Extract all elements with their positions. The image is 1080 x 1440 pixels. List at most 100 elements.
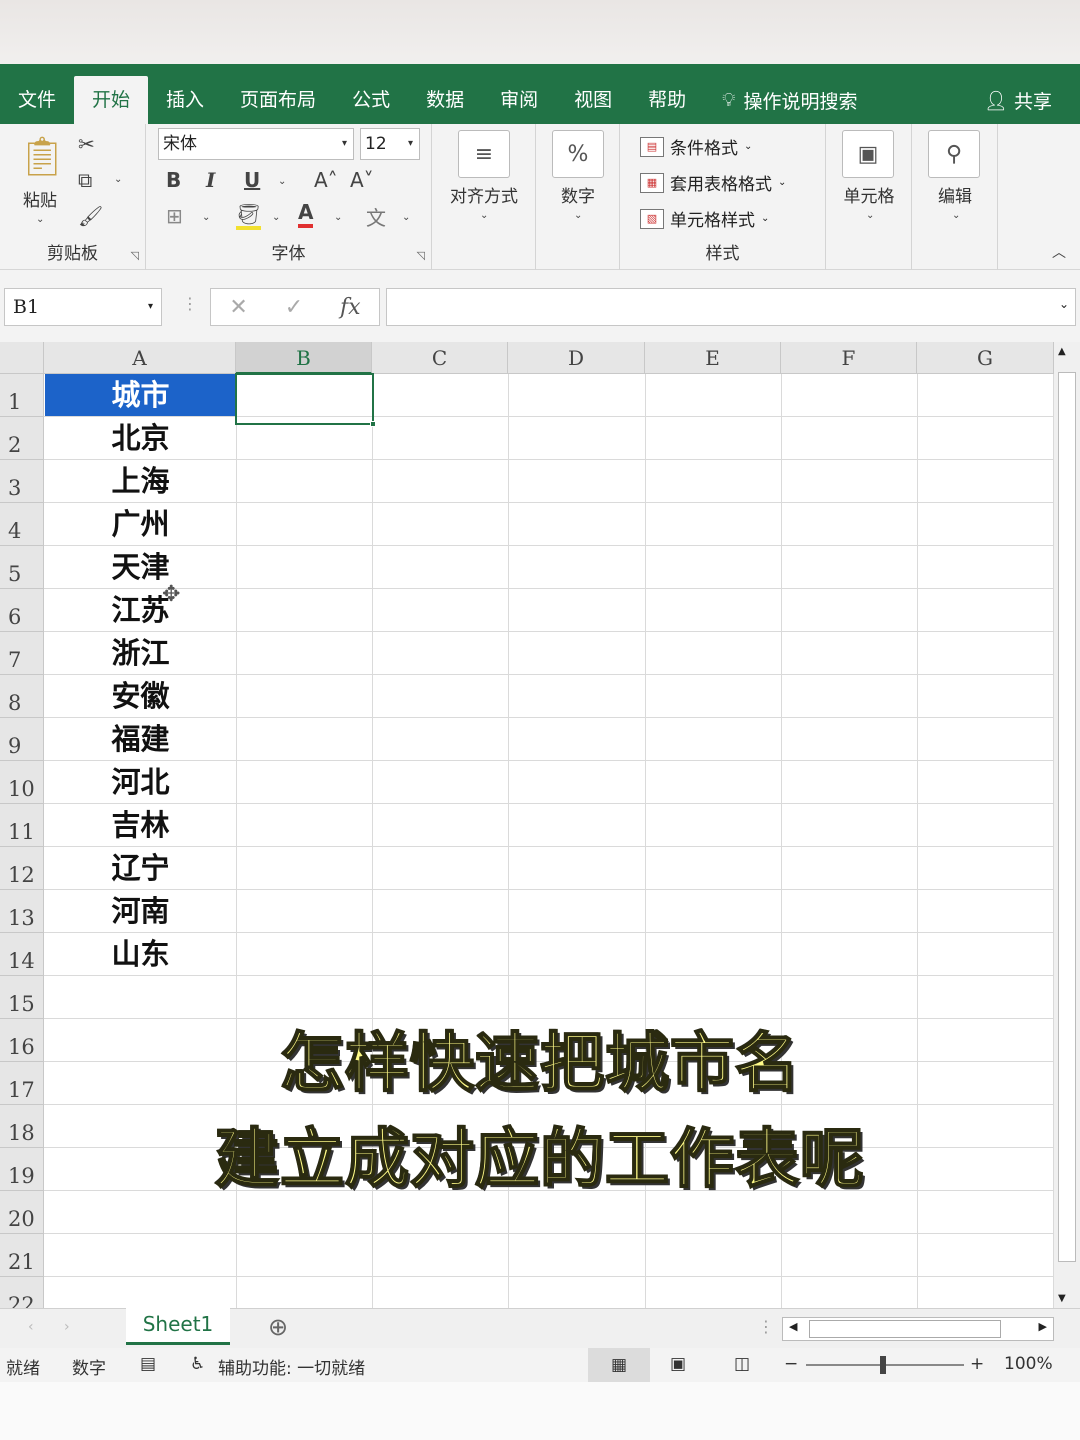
- column-header-g[interactable]: G: [917, 342, 1054, 374]
- tab-data[interactable]: 数据: [408, 76, 482, 124]
- paste-label[interactable]: 粘贴: [18, 186, 62, 211]
- horizontal-scroll-thumb[interactable]: [809, 1320, 1001, 1338]
- copy-icon[interactable]: ⧉: [78, 168, 92, 192]
- select-all-corner[interactable]: [0, 342, 44, 374]
- active-cell-b1[interactable]: [235, 373, 376, 427]
- row-header[interactable]: 6: [0, 589, 44, 632]
- underline-button[interactable]: U: [244, 168, 260, 192]
- font-launcher-icon[interactable]: ◹: [417, 249, 425, 262]
- column-header-b[interactable]: B: [236, 342, 372, 374]
- insert-function-icon[interactable]: fx: [340, 295, 361, 320]
- column-header-a[interactable]: A: [44, 342, 236, 374]
- tab-file[interactable]: 文件: [0, 76, 74, 124]
- page-break-view-icon[interactable]: ◫: [734, 1354, 750, 1374]
- row-header[interactable]: 4: [0, 503, 44, 546]
- tab-review[interactable]: 审阅: [482, 76, 556, 124]
- row-header[interactable]: 5: [0, 546, 44, 589]
- editing-group[interactable]: ⚲ 编辑 ⌄: [912, 124, 998, 270]
- row-header[interactable]: 7: [0, 632, 44, 675]
- fill-color-icon[interactable]: 🪣︎: [236, 202, 262, 230]
- macro-record-icon[interactable]: ▤: [140, 1354, 156, 1374]
- row-header[interactable]: 14: [0, 933, 44, 976]
- row-header[interactable]: 13: [0, 890, 44, 933]
- scroll-left-icon[interactable]: ◀: [789, 1320, 797, 1333]
- page-layout-view-icon[interactable]: ▣: [670, 1354, 686, 1374]
- conditional-formatting-button[interactable]: ▤ 条件格式 ⌄: [640, 134, 752, 159]
- number-group[interactable]: % 数字 ⌄: [536, 124, 620, 270]
- border-dropdown-icon[interactable]: ⌄: [202, 212, 210, 223]
- phonetic-icon[interactable]: 文: [366, 202, 386, 231]
- next-sheet-icon[interactable]: ›: [64, 1319, 70, 1335]
- row-header[interactable]: 2: [0, 417, 44, 460]
- city-cell[interactable]: 安徽: [45, 675, 236, 717]
- share-button[interactable]: 👤︎ 共享: [984, 87, 1052, 114]
- splitter-icon[interactable]: ⋮: [758, 1317, 774, 1336]
- paste-dropdown-icon[interactable]: ⌄: [36, 214, 44, 225]
- tab-insert[interactable]: 插入: [148, 76, 222, 124]
- tab-page-layout[interactable]: 页面布局: [222, 76, 334, 124]
- format-painter-icon[interactable]: 🖌︎: [78, 204, 103, 228]
- bold-button[interactable]: B: [166, 168, 181, 192]
- tab-help[interactable]: 帮助: [630, 76, 704, 124]
- zoom-in-icon[interactable]: +: [970, 1354, 984, 1374]
- zoom-level[interactable]: 100%: [1004, 1354, 1053, 1374]
- phonetic-dropdown-icon[interactable]: ⌄: [402, 212, 410, 223]
- city-cell[interactable]: 上海: [45, 460, 236, 502]
- city-cell[interactable]: 天津: [45, 546, 236, 588]
- row-header[interactable]: 8: [0, 675, 44, 718]
- increase-font-icon[interactable]: A˄: [314, 168, 338, 192]
- column-header-c[interactable]: C: [372, 342, 508, 374]
- row-header[interactable]: 22: [0, 1277, 44, 1308]
- row-header[interactable]: 1: [0, 374, 44, 417]
- format-as-table-button[interactable]: ▦ 套用表格格式 ⌄: [640, 170, 786, 195]
- collapse-ribbon-icon[interactable]: ︿: [1052, 242, 1066, 262]
- row-header[interactable]: 3: [0, 460, 44, 503]
- enter-icon[interactable]: ✓: [285, 295, 303, 320]
- row-header[interactable]: 11: [0, 804, 44, 847]
- column-header-e[interactable]: E: [645, 342, 781, 374]
- clipboard-launcher-icon[interactable]: ◹: [131, 249, 139, 262]
- copy-dropdown-icon[interactable]: ⌄: [114, 174, 122, 185]
- alignment-group[interactable]: ≡ 对齐方式 ⌄: [432, 124, 536, 270]
- city-cell[interactable]: 江苏: [45, 589, 236, 631]
- cancel-icon[interactable]: ✕: [229, 295, 247, 320]
- tab-view[interactable]: 视图: [556, 76, 630, 124]
- cells-group[interactable]: ▣ 单元格 ⌄: [826, 124, 912, 270]
- decrease-font-icon[interactable]: A˅: [350, 168, 374, 192]
- column-header-d[interactable]: D: [508, 342, 645, 374]
- font-name-select[interactable]: 宋体 ▾: [158, 128, 354, 160]
- city-cell[interactable]: 吉林: [45, 804, 236, 846]
- city-cell[interactable]: 河北: [45, 761, 236, 803]
- column-header-f[interactable]: F: [781, 342, 917, 374]
- city-cell[interactable]: 辽宁: [45, 847, 236, 889]
- row-header[interactable]: 9: [0, 718, 44, 761]
- city-cell[interactable]: 福建: [45, 718, 236, 760]
- italic-button[interactable]: I: [206, 168, 215, 192]
- horizontal-scrollbar[interactable]: ◀ ▶: [782, 1317, 1054, 1341]
- normal-view-icon[interactable]: ▦: [588, 1348, 650, 1382]
- font-color-icon[interactable]: A: [298, 200, 314, 228]
- border-icon[interactable]: ⊞: [166, 204, 183, 228]
- row-header[interactable]: 10: [0, 761, 44, 804]
- zoom-out-icon[interactable]: −: [784, 1354, 798, 1374]
- formula-input[interactable]: ⌄: [386, 288, 1076, 326]
- underline-dropdown-icon[interactable]: ⌄: [278, 176, 286, 187]
- scroll-up-icon[interactable]: ▲: [1058, 346, 1066, 357]
- city-cell[interactable]: 浙江: [45, 632, 236, 674]
- row-header[interactable]: 21: [0, 1234, 44, 1277]
- expand-formula-icon[interactable]: ⌄: [1059, 297, 1069, 311]
- accessibility-icon[interactable]: ♿︎: [190, 1354, 205, 1374]
- fill-color-dropdown-icon[interactable]: ⌄: [272, 212, 280, 223]
- paste-icon[interactable]: 📋︎: [18, 134, 66, 184]
- add-sheet-icon[interactable]: ⊕: [268, 1313, 288, 1341]
- cell-styles-button[interactable]: ▧ 单元格样式 ⌄: [640, 206, 769, 231]
- tab-formulas[interactable]: 公式: [334, 76, 408, 124]
- sheet-tab-sheet1[interactable]: Sheet1: [126, 1307, 230, 1345]
- tab-home[interactable]: 开始: [74, 76, 149, 124]
- city-cell[interactable]: 河南: [45, 890, 236, 932]
- status-accessibility[interactable]: 辅助功能: 一切就绪: [218, 1354, 365, 1379]
- scroll-down-icon[interactable]: ▼: [1058, 1293, 1066, 1304]
- row-header[interactable]: 12: [0, 847, 44, 890]
- font-color-dropdown-icon[interactable]: ⌄: [334, 212, 342, 223]
- tell-me-search[interactable]: 💡︎ 操作说明搜索: [704, 87, 875, 114]
